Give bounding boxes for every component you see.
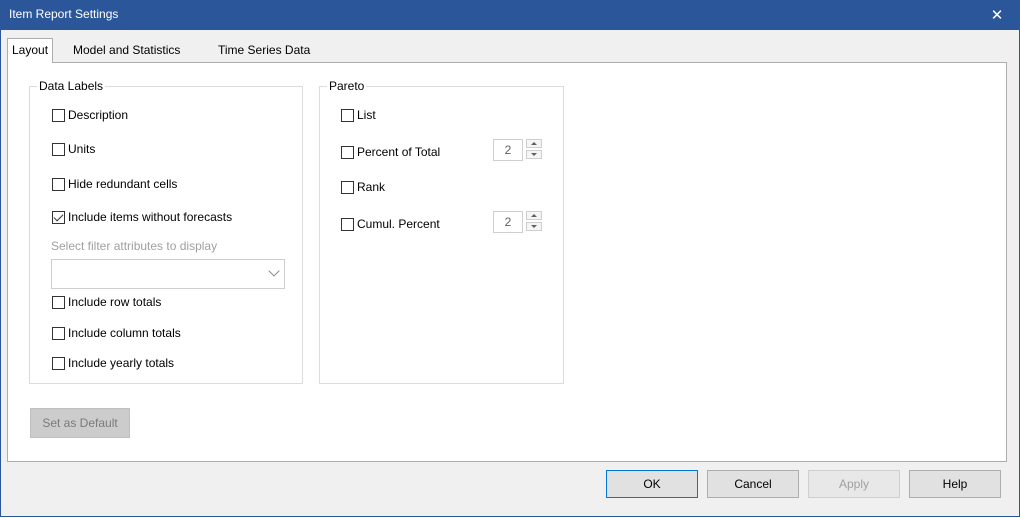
arrow-down-icon (531, 153, 537, 156)
percent-of-total-value[interactable]: 2 (493, 139, 523, 161)
checkbox-box[interactable] (341, 217, 354, 231)
cancel-button[interactable]: Cancel (707, 470, 799, 498)
ok-button[interactable]: OK (606, 470, 698, 498)
percent-of-total-label: Percent of Total (357, 145, 441, 159)
rank-checkbox[interactable]: Rank (341, 179, 385, 195)
filter-attributes-dropdown[interactable] (51, 259, 285, 289)
spin-up-button[interactable] (526, 139, 542, 148)
units-label: Units (68, 142, 96, 156)
arrow-up-icon (531, 214, 537, 217)
arrow-up-icon (531, 142, 537, 145)
dialog-body: Layout Model and Statistics Time Series … (0, 30, 1020, 517)
arrow-down-icon (531, 225, 537, 228)
chevron-down-icon[interactable] (268, 265, 280, 277)
tab-time-series-data[interactable]: Time Series Data (214, 40, 314, 60)
include-column-totals-checkbox[interactable]: Include column totals (52, 325, 181, 341)
units-checkbox[interactable]: Units (52, 141, 95, 157)
include-items-without-forecasts-checkbox[interactable]: Include items without forecasts (52, 209, 232, 225)
title-bar: Item Report Settings ✕ (0, 0, 1020, 30)
include-row-totals-label: Include row totals (68, 295, 162, 309)
rank-label: Rank (357, 180, 386, 194)
cumul-percent-label: Cumul. Percent (357, 217, 440, 231)
include-row-totals-checkbox[interactable]: Include row totals (52, 294, 161, 310)
checkbox-box-checked[interactable] (52, 210, 65, 224)
checkbox-box[interactable] (52, 295, 65, 309)
spin-down-button[interactable] (526, 150, 542, 159)
hide-redundant-cells-label: Hide redundant cells (68, 177, 178, 191)
percent-of-total-checkbox[interactable]: Percent of Total (341, 144, 440, 160)
cumul-percent-checkbox[interactable]: Cumul. Percent (341, 216, 440, 232)
cumul-percent-stepper[interactable]: 2 (493, 211, 547, 233)
checkbox-box[interactable] (52, 108, 65, 122)
checkbox-box[interactable] (341, 145, 354, 159)
tab-layout[interactable]: Layout (7, 38, 54, 63)
close-icon[interactable]: ✕ (974, 0, 1020, 30)
hide-redundant-cells-checkbox[interactable]: Hide redundant cells (52, 176, 177, 192)
include-column-totals-label: Include column totals (68, 326, 181, 340)
spin-down-button[interactable] (526, 222, 542, 231)
include-yearly-totals-label: Include yearly totals (68, 356, 175, 370)
layout-tab-panel: Data Labels Description Units Hide redun… (7, 62, 1007, 462)
checkbox-box[interactable] (52, 177, 65, 191)
checkbox-box[interactable] (52, 142, 65, 156)
pareto-list-label: List (357, 108, 376, 122)
pareto-list-checkbox[interactable]: List (341, 107, 376, 123)
checkbox-box[interactable] (52, 356, 65, 370)
set-as-default-button[interactable]: Set as Default (30, 408, 130, 438)
apply-button[interactable]: Apply (808, 470, 900, 498)
pareto-legend: Pareto (327, 79, 367, 93)
help-button[interactable]: Help (909, 470, 1001, 498)
window-title: Item Report Settings (9, 7, 119, 21)
description-checkbox[interactable]: Description (52, 107, 128, 123)
cumul-percent-value[interactable]: 2 (493, 211, 523, 233)
filter-attributes-hint: Select filter attributes to display (51, 239, 218, 253)
include-yearly-totals-checkbox[interactable]: Include yearly totals (52, 355, 174, 371)
description-label: Description (68, 108, 129, 122)
checkbox-box[interactable] (52, 326, 65, 340)
data-labels-group: Data Labels Description Units Hide redun… (29, 79, 303, 384)
tab-model-and-statistics[interactable]: Model and Statistics (69, 40, 184, 60)
spin-up-button[interactable] (526, 211, 542, 220)
checkbox-box[interactable] (341, 108, 354, 122)
checkbox-box[interactable] (341, 180, 354, 194)
percent-of-total-stepper[interactable]: 2 (493, 139, 547, 161)
include-items-without-forecasts-label: Include items without forecasts (68, 210, 233, 224)
data-labels-legend: Data Labels (37, 79, 106, 93)
pareto-group: Pareto List Percent of Total 2 Rank Cumu… (319, 79, 564, 384)
